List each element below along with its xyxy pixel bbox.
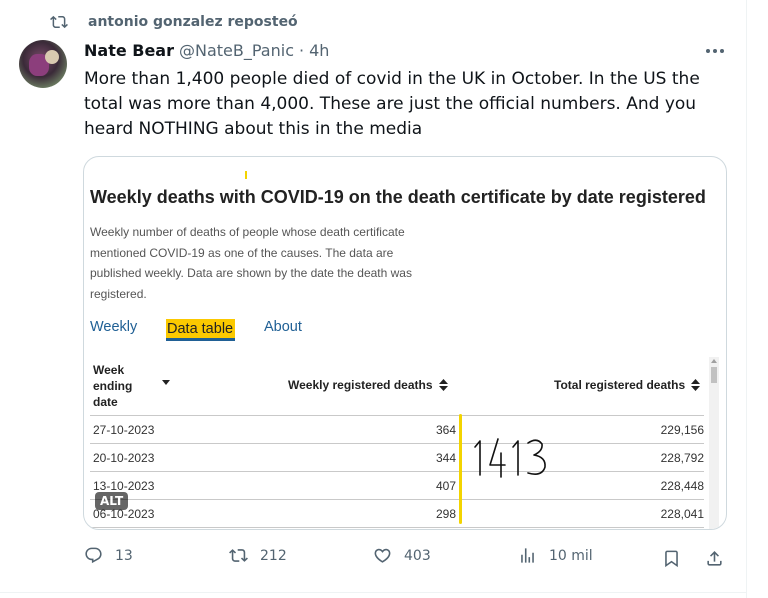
avatar[interactable] — [19, 40, 67, 88]
reply-icon — [85, 547, 102, 564]
header-total-label: Total registered deaths — [554, 378, 686, 392]
repost-icon — [229, 549, 248, 562]
table-rule — [90, 527, 704, 528]
cell-total: 228,448 — [660, 479, 704, 493]
author-handle[interactable]: @NateB_Panic — [179, 41, 294, 60]
header-weekly-label: Weekly registered deaths — [288, 378, 433, 392]
sort-icon — [691, 379, 701, 391]
cell-date: 27-10-2023 — [93, 423, 155, 437]
repost-text: antonio gonzalez reposteó — [88, 14, 298, 30]
post-text: More than 1,400 people died of covid in … — [84, 69, 700, 139]
media-description: Weekly number of deaths of people whose … — [90, 225, 412, 301]
post-divider — [0, 592, 746, 593]
cell-total: 228,041 — [660, 507, 704, 521]
like-button[interactable]: 403 — [373, 546, 431, 565]
handwritten-1413 — [474, 438, 546, 478]
table-row: 20-10-2023 344 228,792 — [90, 443, 704, 471]
action-bar: 13 212 403 10 mil — [0, 546, 746, 574]
bookmark-icon[interactable] — [662, 549, 681, 568]
tab-weekly: Weekly — [90, 319, 138, 335]
media-card[interactable]: Weekly deaths with COVID-19 on the death… — [83, 156, 727, 530]
cell-total: 228,792 — [660, 451, 704, 465]
reply-button[interactable]: 13 — [84, 546, 133, 565]
cell-weekly: 364 — [435, 423, 456, 437]
highlight-mark — [245, 171, 247, 179]
header-weekly: Weekly registered deaths — [288, 378, 448, 392]
views-button[interactable]: 10 mil — [518, 546, 593, 565]
column-divider — [746, 0, 747, 598]
share-icon[interactable] — [705, 549, 724, 568]
table-row: 27-10-2023 364 229,156 — [90, 415, 704, 443]
table-row: 06-10-2023 298 228,041 — [90, 499, 704, 527]
cell-total: 229,156 — [660, 423, 704, 437]
alt-badge[interactable]: ALT — [95, 492, 129, 510]
header-total: Total registered deaths — [554, 378, 701, 392]
cell-weekly: 298 — [435, 507, 456, 521]
cell-date: 13-10-2023 — [93, 479, 155, 493]
author-name[interactable]: Nate Bear — [84, 41, 174, 60]
table-row: 13-10-2023 407 228,448 — [90, 471, 704, 499]
like-count: 403 — [404, 547, 431, 564]
media-title: Weekly deaths with COVID-19 on the death… — [90, 187, 706, 207]
view-count: 10 mil — [549, 547, 593, 564]
sort-icon — [438, 379, 448, 391]
repost-icon — [50, 15, 68, 29]
views-icon — [521, 548, 534, 563]
yellow-annotation-line — [459, 414, 462, 524]
cell-date: 20-10-2023 — [93, 451, 155, 465]
heart-icon — [374, 548, 391, 563]
scrollbar-thumb — [711, 367, 717, 383]
more-options-icon[interactable] — [704, 42, 726, 60]
reply-count: 13 — [115, 547, 133, 564]
repost-button[interactable]: 212 — [229, 546, 287, 565]
embedded-screenshot: Weekly deaths with COVID-19 on the death… — [84, 157, 726, 529]
cell-weekly: 344 — [435, 451, 456, 465]
cell-weekly: 407 — [435, 479, 456, 493]
post-header: Nate Bear @NateB_Panic · 4h — [84, 41, 329, 60]
repost-count: 212 — [260, 547, 287, 564]
post-time[interactable]: 4h — [309, 41, 329, 60]
scroll-up-icon — [711, 359, 717, 363]
tab-about: About — [264, 319, 302, 335]
repost-indicator[interactable]: antonio gonzalez reposteó — [50, 13, 298, 31]
tab-data-table: Data table — [166, 319, 236, 341]
sort-desc-icon — [162, 380, 170, 385]
separator: · — [298, 41, 305, 60]
header-week: Week ending date — [93, 363, 133, 409]
